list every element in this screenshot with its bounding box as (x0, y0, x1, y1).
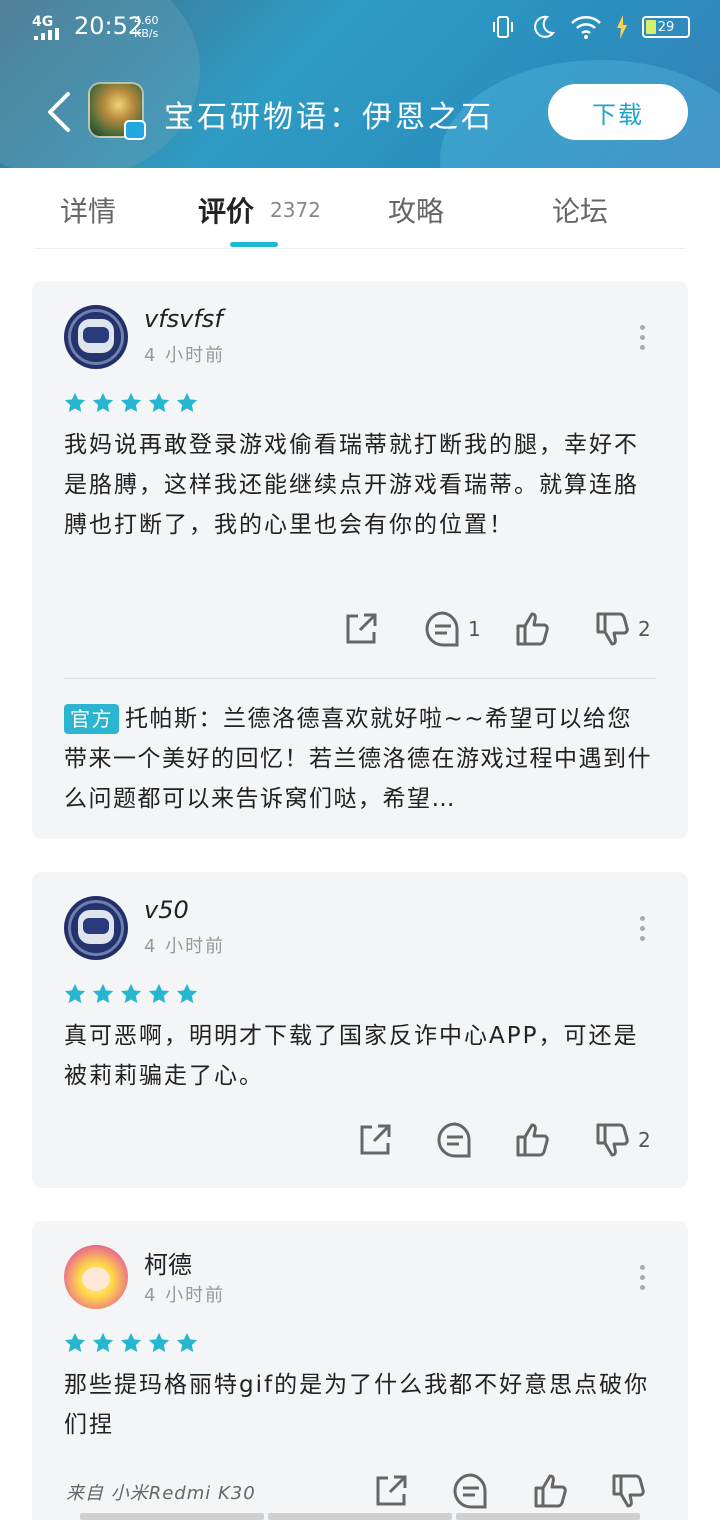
comment-button[interactable] (436, 1118, 474, 1162)
more-options-icon[interactable] (638, 1265, 646, 1291)
review-card: 柯德 4 小时前 那些提玛格丽特gif的是为了什么我都不好意思点破你们捏 来自 … (32, 1221, 688, 1520)
star-icon (176, 983, 198, 1003)
vibrate-icon (493, 16, 513, 38)
star-icon (92, 1332, 114, 1352)
gesture-bar (80, 1513, 640, 1520)
review-actions: 2 (32, 1118, 688, 1162)
comment-button[interactable]: 1 (424, 607, 481, 651)
username[interactable]: vfsvfsf (144, 305, 223, 333)
star-icon (64, 983, 86, 1003)
tab-guides[interactable]: 攻略 (388, 190, 444, 230)
review-text[interactable]: 我妈说再敢登录游戏偷看瑞蒂就打断我的腿，幸好不是胳膊，这样我还能继续点开游戏看瑞… (64, 425, 656, 545)
network-speed: 4.60 KB/s (134, 14, 159, 40)
comment-icon (425, 611, 459, 647)
review-actions: 1 2 (32, 607, 688, 651)
star-icon (64, 392, 86, 412)
thumbs-down-icon (612, 1474, 645, 1508)
app-header: 4G 20:52 4.60 KB/s 29 宝石研物语：伊恩之石 下载 (0, 0, 720, 168)
rating-stars (64, 1332, 198, 1354)
more-options-icon[interactable] (638, 916, 646, 942)
tabs-divider (34, 248, 686, 249)
star-icon (148, 1332, 170, 1352)
app-title: 宝石研物语：伊恩之石 (164, 100, 494, 135)
rating-stars (64, 392, 198, 414)
official-tag: 官方 (64, 704, 119, 734)
star-icon (176, 1332, 198, 1352)
tv-badge-icon (124, 120, 146, 140)
reply-divider (64, 678, 656, 679)
avatar[interactable] (64, 896, 128, 960)
star-icon (120, 983, 142, 1003)
star-icon (120, 1332, 142, 1352)
like-button[interactable] (532, 1469, 570, 1513)
official-reply[interactable]: 官方 托帕斯：兰德洛德喜欢就好啦~~希望可以给您带来一个美好的回忆！若兰德洛德在游… (64, 699, 656, 819)
review-actions (32, 1469, 688, 1513)
active-tab-indicator (230, 242, 278, 247)
dislike-count: 2 (638, 617, 651, 641)
status-bar: 4G 20:52 4.60 KB/s 29 (0, 0, 720, 56)
dislike-button[interactable] (610, 1469, 648, 1513)
more-options-icon[interactable] (638, 325, 646, 351)
clock: 20:52 (74, 12, 144, 40)
username[interactable]: v50 (144, 896, 189, 924)
review-card: v50 4 小时前 真可恶啊，明明才下载了国家反诈中心APP，可还是被莉莉骗走了… (32, 872, 688, 1188)
comment-count: 1 (468, 617, 481, 641)
comment-button[interactable] (452, 1469, 490, 1513)
thumbs-up-icon (534, 1474, 567, 1508)
username[interactable]: 柯德 (144, 1245, 192, 1280)
share-icon (376, 1475, 407, 1506)
star-icon (64, 1332, 86, 1352)
comment-icon (437, 1122, 471, 1158)
dislike-count: 2 (638, 1128, 651, 1152)
comment-icon (453, 1473, 487, 1509)
charging-icon (617, 15, 627, 39)
thumbs-up-icon (516, 1123, 549, 1157)
battery-icon: 29 (642, 16, 690, 38)
like-button[interactable] (514, 1118, 552, 1162)
review-card: vfsvfsf 4 小时前 我妈说再敢登录游戏偷看瑞蒂就打断我的腿，幸好不是胳膊… (32, 281, 688, 839)
tab-bar: 详情 评价 2372 攻略 论坛 (0, 168, 720, 248)
review-text[interactable]: 那些提玛格丽特gif的是为了什么我都不好意思点破你们捏 (64, 1365, 656, 1445)
network-speed-value: 4.60 (134, 14, 159, 27)
avatar[interactable] (64, 1245, 128, 1309)
share-button[interactable] (356, 1118, 394, 1162)
tab-forum[interactable]: 论坛 (552, 190, 608, 230)
star-icon (92, 983, 114, 1003)
signal-bars-icon (34, 28, 62, 40)
star-icon (148, 983, 170, 1003)
thumbs-up-icon (516, 612, 549, 646)
wifi-icon (571, 16, 601, 39)
share-button[interactable] (342, 607, 380, 651)
share-icon (346, 613, 377, 644)
dislike-button[interactable]: 2 (594, 607, 651, 651)
back-arrow-icon[interactable] (44, 90, 76, 134)
share-icon (360, 1124, 391, 1155)
review-time: 4 小时前 (144, 936, 226, 957)
star-icon (148, 392, 170, 412)
moon-icon (534, 15, 556, 38)
battery-level: 29 (657, 19, 675, 35)
thumbs-down-icon (596, 1123, 629, 1157)
network-speed-unit: KB/s (134, 27, 159, 40)
like-button[interactable] (514, 607, 552, 651)
rating-stars (64, 983, 198, 1005)
review-time: 4 小时前 (144, 345, 226, 366)
star-icon (120, 392, 142, 412)
review-text[interactable]: 真可恶啊，明明才下载了国家反诈中心APP，可还是被莉莉骗走了心。 (64, 1016, 656, 1096)
dislike-button[interactable]: 2 (594, 1118, 651, 1162)
reply-author: 托帕斯： (125, 706, 223, 732)
avatar[interactable] (64, 305, 128, 369)
star-icon (176, 392, 198, 412)
star-icon (92, 392, 114, 412)
thumbs-down-icon (596, 612, 629, 646)
download-button[interactable]: 下载 (548, 84, 688, 140)
review-time: 4 小时前 (144, 1285, 226, 1306)
tab-details[interactable]: 详情 (60, 190, 116, 230)
tab-reviews[interactable]: 评价 (198, 190, 254, 230)
share-button[interactable] (372, 1469, 410, 1513)
status-icons: 29 (490, 12, 690, 42)
review-count: 2372 (270, 198, 321, 222)
